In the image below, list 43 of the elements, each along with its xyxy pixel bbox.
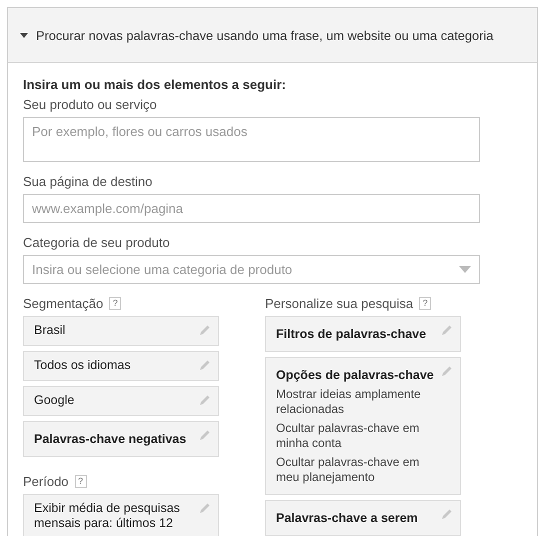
card-heading: Opções de palavras-chave [276,368,434,383]
option-line: Mostrar ideias amplamente relacionadas [276,387,422,417]
setting-card[interactable]: Opções de palavras-chave Mostrar ideias amplamente relacionadas Ocultar palavras-chave em minha conta Ocultar palavras-chave em meu planejamento [265,357,461,495]
card-text: Exibir média de pesquisas mensais para: últimos 12 [34,501,181,531]
group-title: Personalize sua pesquisa [265,296,414,311]
pencil-icon[interactable] [199,359,211,371]
input-field[interactable]: Por exemplo, flores ou carros usados [23,117,480,162]
setting-card[interactable]: Todos os idiomas [23,351,219,381]
setting-card[interactable]: Google [23,386,219,416]
pencil-icon[interactable] [441,508,453,520]
category-select[interactable]: Insira ou selecione uma categoria de produto [23,255,480,284]
section-header[interactable]: Procurar novas palavras-chave usando uma frase, um website ou uma categoria [8,8,537,63]
pencil-icon[interactable] [199,394,211,406]
help-badge[interactable]: ? [109,297,122,310]
option-line: Ocultar palavras-chave em meu planejamento [276,455,420,485]
card-heading: Palavras-chave negativas [34,432,188,447]
input-field[interactable]: www.example.com/pagina [23,194,480,223]
card-text: Brasil [34,323,66,338]
card-text: Google [34,393,76,408]
option-line: Ocultar palavras-chave em minha conta [276,421,420,451]
caret-icon [20,32,28,38]
field-label: Categoria de seu produto [23,235,171,250]
help-badge[interactable]: ? [74,475,87,488]
group-title: Segmentação [23,296,104,311]
dropdown-arrow-icon[interactable] [459,266,471,273]
help-badge[interactable]: ? [419,297,432,310]
setting-card[interactable]: Palavras-chave a serem [265,500,461,536]
setting-card[interactable]: Palavras-chave negativas [23,421,219,457]
pencil-icon[interactable] [441,365,453,377]
card-heading: Palavras-chave a serem [276,511,419,526]
pencil-icon[interactable] [199,429,211,441]
setting-card[interactable]: Brasil [23,316,219,346]
card-text: Todos os idiomas [34,358,132,373]
setting-card[interactable]: Filtros de palavras-chave [265,316,461,352]
setting-card[interactable]: Exibir média de pesquisas mensais para: últimos 12 [23,494,219,536]
field-label: Sua página de destino [23,174,154,189]
group-title: Período [23,474,69,489]
intro-text: Insira um ou mais dos elementos a seguir: [23,77,287,92]
pencil-icon[interactable] [441,324,453,336]
field-label: Seu produto ou serviço [23,97,158,112]
pencil-icon[interactable] [199,324,211,336]
pencil-icon[interactable] [199,502,211,514]
card-heading: Filtros de palavras-chave [276,327,428,342]
